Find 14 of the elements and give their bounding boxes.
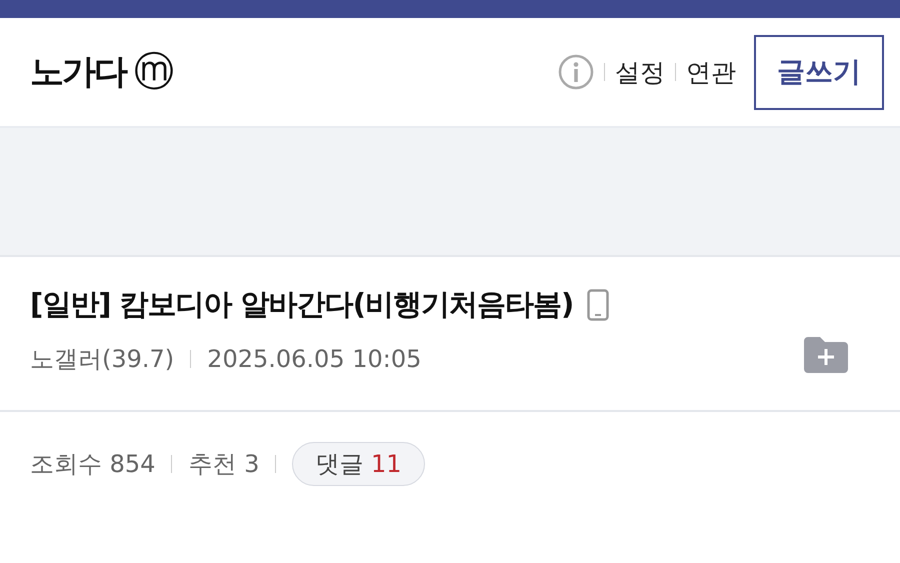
info-icon[interactable] (558, 54, 594, 90)
folder-add-icon[interactable] (804, 337, 848, 373)
post-author: 노갤러(39.7) (30, 344, 174, 375)
recommend-count: 추천 3 (188, 449, 260, 480)
header-link[interactable]: 연관 (686, 56, 736, 88)
gallery-title: 노가다 (30, 51, 126, 94)
view-count: 조회수 854 (30, 449, 156, 480)
post-title: [일반] 캄보디아 알바간다(비행기처음타봄) (30, 286, 574, 323)
comments-button[interactable]: 댓글 11 (292, 442, 425, 486)
post-date: 2025.06.05 10:05 (207, 345, 422, 373)
mobile-phone-icon (587, 289, 610, 321)
write-button[interactable]: 글쓰기 (754, 34, 884, 110)
minor-gallery-mark: ⓜ (134, 52, 174, 92)
header-link[interactable]: 설정 (615, 56, 665, 88)
